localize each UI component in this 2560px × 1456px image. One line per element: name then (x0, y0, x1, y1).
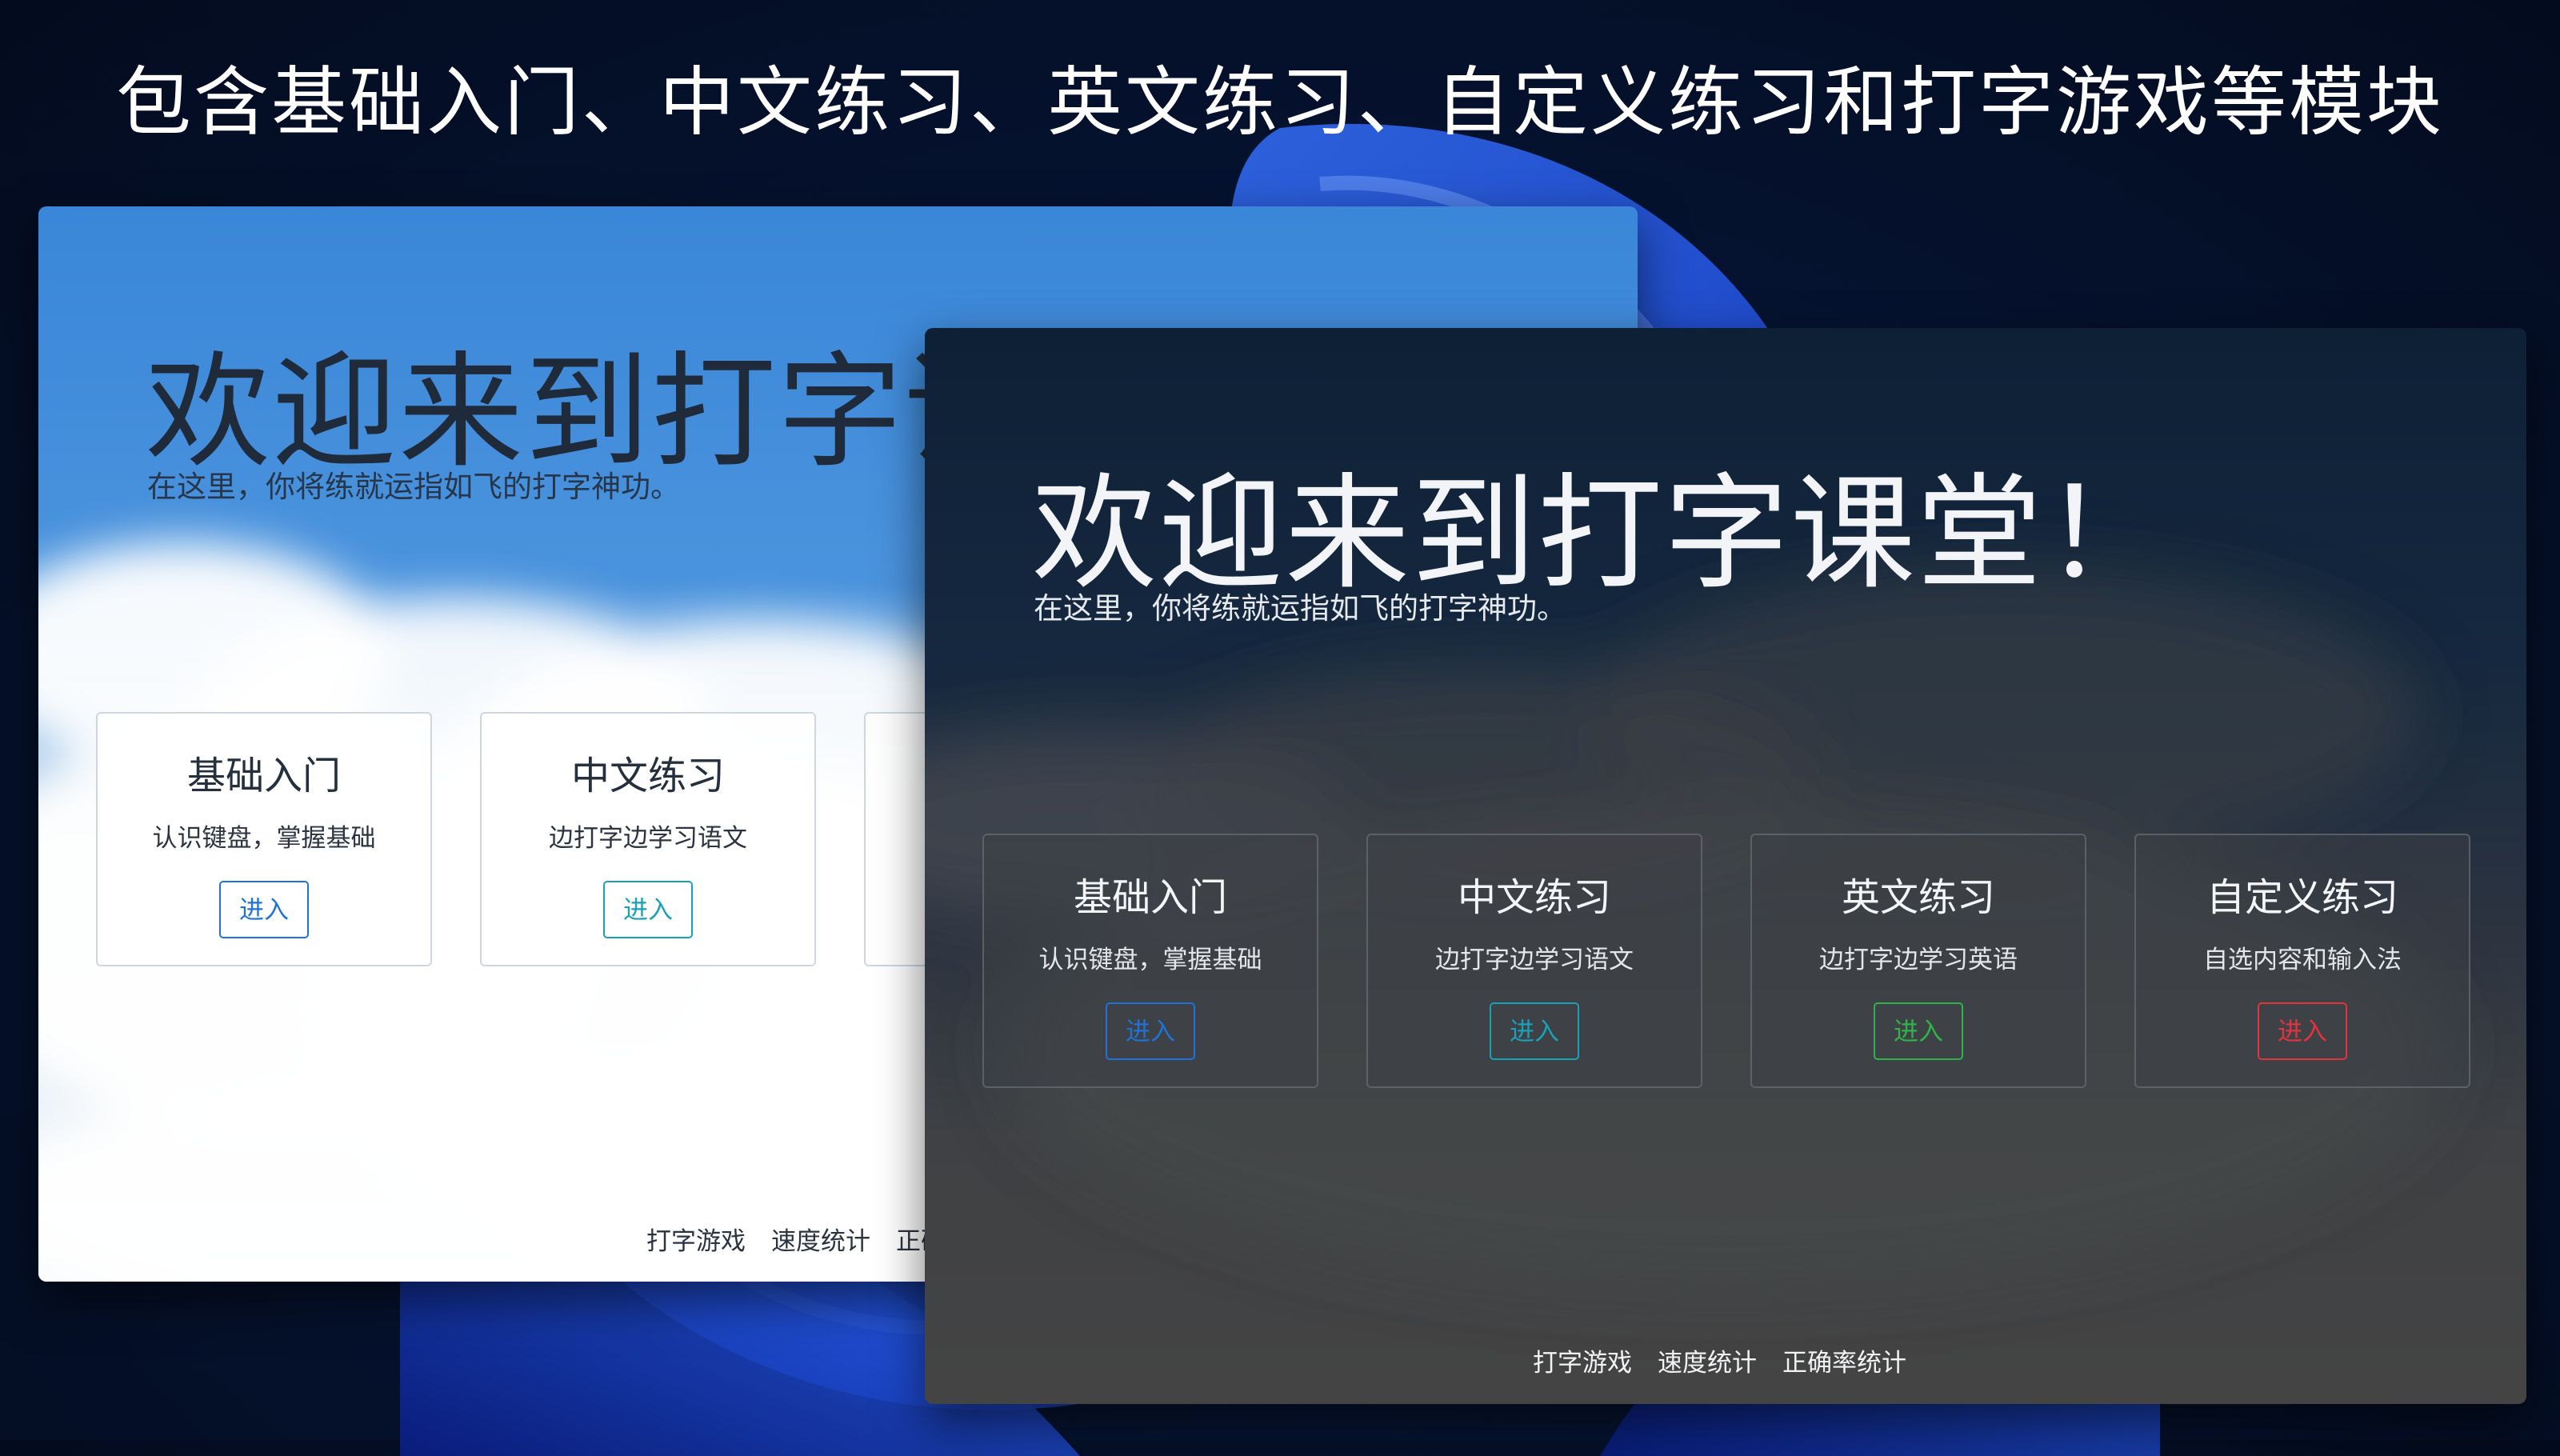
enter-basic-button[interactable]: 进入 (1106, 1002, 1195, 1060)
module-description: 边打字边学习英语 (1819, 946, 2018, 974)
enter-chinese-button[interactable]: 进入 (603, 881, 693, 938)
enter-english-button[interactable]: 进入 (1874, 1002, 1963, 1060)
hero-subtitle: 在这里，你将练就运指如飞的打字神功。 (1034, 591, 1566, 626)
module-card-english: 英文练习 边打字边学习英语 进入 (1750, 834, 2086, 1088)
module-title: 自定义练习 (2206, 875, 2398, 920)
module-title: 中文练习 (570, 754, 725, 798)
module-description: 认识键盘，掌握基础 (1038, 946, 1262, 974)
promo-headline: 包含基础入门、中文练习、英文练习、自定义练习和打字游戏等模块 (115, 59, 2444, 146)
footer-link-typing-game[interactable]: 打字游戏 (1533, 1342, 1632, 1378)
module-description: 边打字边学习语文 (549, 824, 747, 853)
footer-links: 打字游戏 速度统计 正确率统计 (1533, 1342, 1906, 1378)
dark-theme-window: 欢迎来到打字课堂！ 在这里，你将练就运指如飞的打字神功。 基础入门 认识键盘，掌… (925, 328, 2526, 1404)
enter-basic-button[interactable]: 进入 (219, 881, 309, 938)
module-description: 认识键盘，掌握基础 (152, 824, 376, 853)
module-card-basic: 基础入门 认识键盘，掌握基础 进入 (96, 712, 432, 966)
module-title: 中文练习 (1457, 875, 1611, 920)
module-card-chinese: 中文练习 边打字边学习语文 进入 (1366, 834, 1702, 1088)
hero-subtitle: 在这里，你将练就运指如飞的打字神功。 (147, 470, 680, 504)
module-card-basic: 基础入门 认识键盘，掌握基础 进入 (982, 834, 1318, 1088)
module-title: 基础入门 (186, 754, 341, 798)
module-title: 基础入门 (1073, 875, 1227, 920)
module-card-list: 基础入门 认识键盘，掌握基础 进入 中文练习 边打字边学习语文 进入 英文练习 … (982, 834, 2470, 1088)
enter-chinese-button[interactable]: 进入 (1490, 1002, 1579, 1060)
footer-link-speed-stats[interactable]: 速度统计 (771, 1221, 870, 1257)
module-description: 边打字边学习语文 (1435, 946, 1634, 974)
module-card-custom: 自定义练习 自选内容和输入法 进入 (2134, 834, 2470, 1088)
module-card-chinese: 中文练习 边打字边学习语文 进入 (480, 712, 816, 966)
module-title: 英文练习 (1841, 875, 1995, 920)
footer-link-accuracy-stats[interactable]: 正确率统计 (1782, 1342, 1906, 1378)
enter-custom-button[interactable]: 进入 (2258, 1002, 2347, 1060)
footer-link-speed-stats[interactable]: 速度统计 (1658, 1342, 1757, 1378)
module-description: 自选内容和输入法 (2203, 946, 2402, 974)
footer-link-typing-game[interactable]: 打字游戏 (646, 1221, 746, 1257)
